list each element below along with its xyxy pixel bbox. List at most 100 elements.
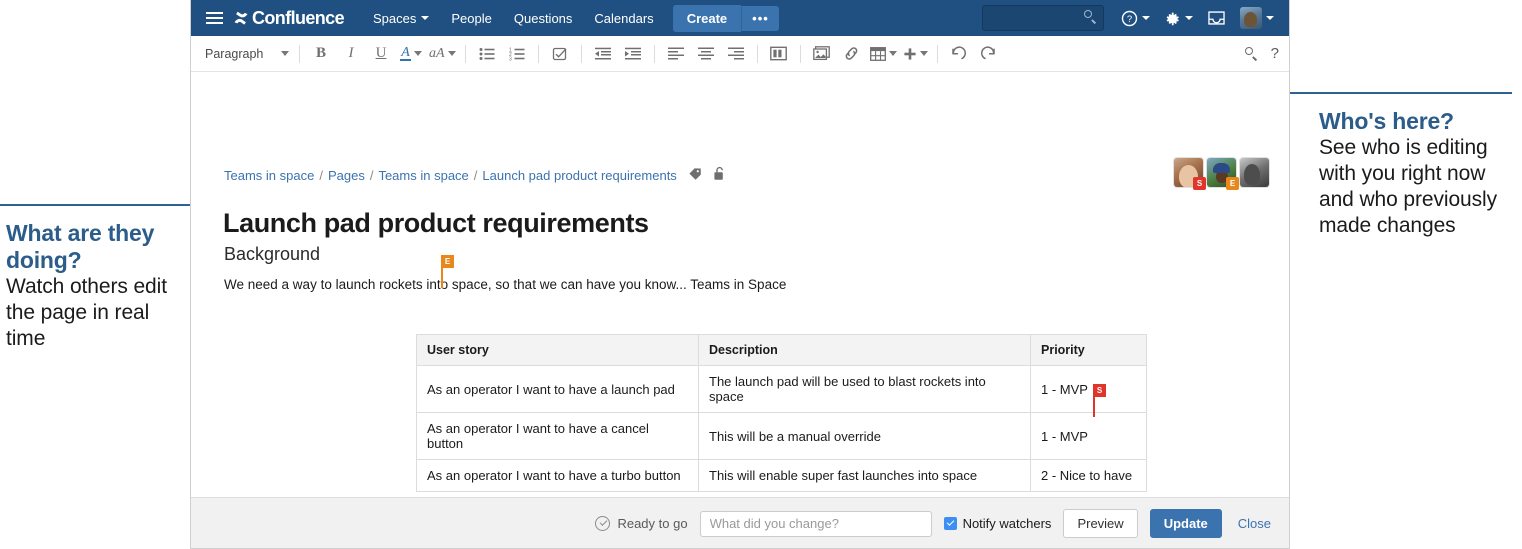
chevron-down-icon bbox=[1185, 16, 1193, 20]
bullet-list-button[interactable] bbox=[472, 42, 502, 66]
close-button[interactable]: Close bbox=[1234, 510, 1275, 537]
bullet-list-icon bbox=[479, 47, 495, 60]
notify-watchers-checkbox[interactable]: Notify watchers bbox=[943, 516, 1052, 531]
numbered-list-button[interactable]: 1 2 3 bbox=[502, 42, 532, 66]
global-navigation-bar: Confluence Spaces People Questions Calen… bbox=[191, 0, 1289, 36]
italic-button[interactable]: I bbox=[336, 42, 366, 66]
breadcrumb-item-1[interactable]: Teams in space bbox=[224, 168, 314, 183]
avatar-badge-1: S bbox=[1193, 177, 1206, 190]
preview-button[interactable]: Preview bbox=[1063, 509, 1138, 538]
chevron-down-icon bbox=[1142, 16, 1150, 20]
insert-image-icon bbox=[813, 46, 830, 61]
indent-button[interactable] bbox=[618, 42, 648, 66]
create-more-button[interactable]: ••• bbox=[741, 5, 779, 31]
paragraph-style-label: Paragraph bbox=[205, 46, 264, 61]
update-button[interactable]: Update bbox=[1149, 509, 1222, 538]
text-color-icon: A bbox=[400, 45, 411, 61]
nav-item-questions[interactable]: Questions bbox=[503, 6, 584, 31]
search-icon bbox=[1084, 10, 1098, 24]
outdent-icon bbox=[594, 47, 611, 59]
global-search-input[interactable] bbox=[982, 5, 1104, 31]
align-center-button[interactable] bbox=[691, 42, 721, 66]
align-left-button[interactable] bbox=[661, 42, 691, 66]
underline-button[interactable]: U bbox=[366, 42, 396, 66]
collaborator-initial-badge: S bbox=[1093, 384, 1106, 397]
insert-image-button[interactable] bbox=[807, 42, 837, 66]
user-profile-menu[interactable] bbox=[1233, 3, 1281, 33]
cell-priority[interactable]: 1 - MVP bbox=[1030, 412, 1147, 460]
toolbar-divider bbox=[756, 44, 758, 63]
change-comment-input[interactable] bbox=[699, 510, 932, 537]
avatar-collaborator-2[interactable]: E bbox=[1207, 158, 1239, 190]
section-heading-background[interactable]: Background bbox=[224, 244, 320, 265]
avatar-collaborator-3[interactable] bbox=[1240, 158, 1269, 187]
settings-menu-button[interactable] bbox=[1157, 6, 1200, 31]
avatar-image bbox=[1240, 158, 1269, 187]
breadcrumb-item-4[interactable]: Launch pad product requirements bbox=[482, 168, 676, 183]
page-editor-content[interactable]: Teams in space / Pages / Teams in space … bbox=[191, 72, 1289, 512]
outdent-button[interactable] bbox=[588, 42, 618, 66]
insert-link-button[interactable] bbox=[837, 42, 867, 66]
insert-plus-icon bbox=[903, 47, 916, 60]
nav-item-calendars[interactable]: Calendars bbox=[583, 6, 664, 31]
unlocked-padlock-icon[interactable] bbox=[713, 166, 726, 184]
table-row[interactable]: As an operator I want to have a launch p… bbox=[416, 365, 1147, 413]
confluence-logo[interactable]: Confluence bbox=[233, 8, 345, 29]
requirements-table[interactable]: User story Description Priority As an op… bbox=[416, 334, 1147, 492]
cell-description[interactable]: The launch pad will be used to blast roc… bbox=[698, 365, 1031, 413]
align-right-button[interactable] bbox=[721, 42, 751, 66]
avatar-badge-2: E bbox=[1226, 177, 1239, 190]
table-row[interactable]: As an operator I want to have a cancel b… bbox=[416, 412, 1147, 460]
breadcrumb-separator: / bbox=[369, 167, 374, 183]
insert-link-icon bbox=[845, 47, 858, 60]
avatar-collaborator-1[interactable]: S bbox=[1174, 158, 1206, 190]
cell-description[interactable]: This will enable super fast launches int… bbox=[698, 459, 1031, 492]
insert-table-button[interactable] bbox=[867, 42, 900, 66]
align-center-icon bbox=[697, 47, 714, 60]
annotation-left-title: What are they doing? bbox=[6, 220, 155, 273]
confluence-mark-icon bbox=[233, 10, 249, 26]
table-row[interactable]: As an operator I want to have a turbo bu… bbox=[416, 459, 1147, 492]
annotation-rule-left bbox=[0, 204, 192, 206]
editor-toolbar: Paragraph B I U A aA 1 2 3 ? bbox=[191, 36, 1289, 72]
body-paragraph[interactable]: We need a way to launch rockets into spa… bbox=[224, 277, 786, 292]
insert-more-button[interactable] bbox=[900, 42, 931, 66]
help-menu-button[interactable]: ? bbox=[1114, 6, 1157, 31]
redo-icon bbox=[981, 46, 995, 60]
editor-help-button[interactable]: ? bbox=[1271, 45, 1279, 62]
task-list-button[interactable] bbox=[545, 42, 575, 66]
cell-user-story[interactable]: As an operator I want to have a launch p… bbox=[416, 365, 699, 413]
editor-search-icon[interactable] bbox=[1244, 46, 1259, 61]
nav-item-spaces[interactable]: Spaces bbox=[362, 6, 440, 31]
inbox-tray-icon bbox=[1208, 11, 1225, 25]
bold-button[interactable]: B bbox=[306, 42, 336, 66]
page-title[interactable]: Launch pad product requirements bbox=[223, 208, 649, 239]
confluence-editor-window: Confluence Spaces People Questions Calen… bbox=[190, 0, 1290, 549]
cell-user-story[interactable]: As an operator I want to have a turbo bu… bbox=[416, 459, 699, 492]
cell-user-story[interactable]: As an operator I want to have a cancel b… bbox=[416, 412, 699, 460]
collaborator-caret-paragraph: E bbox=[441, 255, 454, 288]
toolbar-divider bbox=[936, 44, 938, 63]
nav-item-people[interactable]: People bbox=[440, 6, 502, 31]
toolbar-right-group: ? bbox=[1244, 45, 1279, 62]
text-color-button[interactable]: A bbox=[396, 42, 426, 66]
label-tag-icon[interactable] bbox=[688, 167, 702, 184]
cell-priority[interactable]: 1 - MVP bbox=[1030, 365, 1147, 413]
page-layout-button[interactable] bbox=[764, 42, 794, 66]
highlight-color-button[interactable]: aA bbox=[426, 42, 459, 66]
breadcrumb-item-3[interactable]: Teams in space bbox=[378, 168, 468, 183]
paragraph-style-select[interactable]: Paragraph bbox=[201, 42, 293, 66]
checkbox-icon bbox=[943, 517, 957, 530]
cell-priority[interactable]: 2 - Nice to have bbox=[1030, 459, 1147, 492]
notify-watchers-label: Notify watchers bbox=[962, 516, 1052, 531]
hamburger-menu-icon[interactable] bbox=[201, 7, 227, 29]
notifications-inbox-button[interactable] bbox=[1200, 6, 1233, 30]
nav-item-calendars-label: Calendars bbox=[594, 10, 654, 26]
breadcrumb-separator: / bbox=[473, 167, 478, 183]
cell-description[interactable]: This will be a manual override bbox=[698, 412, 1031, 460]
redo-button[interactable] bbox=[974, 42, 1004, 66]
help-circle-icon: ? bbox=[1121, 10, 1138, 26]
undo-button[interactable] bbox=[944, 42, 974, 66]
create-button[interactable]: Create bbox=[672, 4, 742, 32]
breadcrumb-item-2[interactable]: Pages bbox=[328, 168, 365, 183]
